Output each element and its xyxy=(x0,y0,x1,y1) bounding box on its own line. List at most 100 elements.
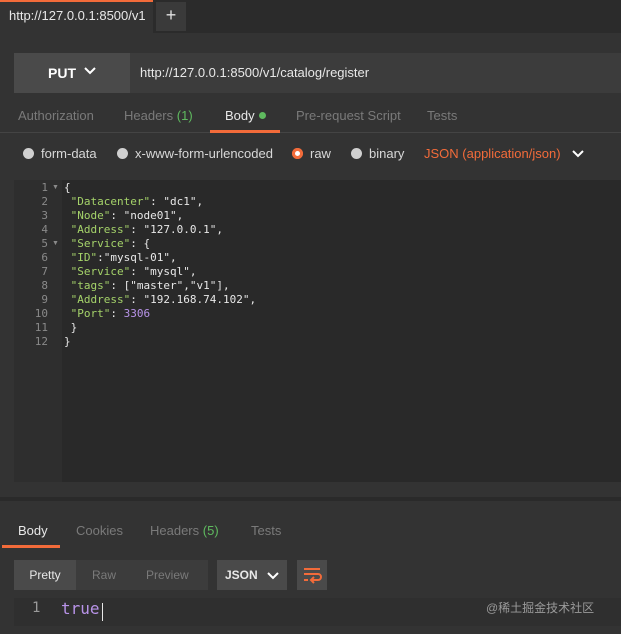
body-modified-dot xyxy=(258,112,266,119)
code-line: "Address": "192.168.74.102", xyxy=(64,293,256,306)
code-line: "ID":"mysql-01", xyxy=(64,251,177,264)
mode-pretty[interactable]: Pretty xyxy=(14,560,76,590)
radio-label: x-www-form-urlencoded xyxy=(135,146,273,161)
code-value: { xyxy=(143,237,151,250)
wrap-lines-button[interactable] xyxy=(297,560,327,590)
line-number: 3 xyxy=(41,209,48,222)
response-value: true xyxy=(61,599,100,618)
code-sep: : xyxy=(110,209,124,222)
code-line: } xyxy=(64,321,78,334)
code-sep: : xyxy=(130,223,144,236)
fold-arrow-icon[interactable]: ▼ xyxy=(52,240,59,247)
response-tab-indicator xyxy=(2,545,60,548)
radio-raw[interactable]: raw xyxy=(292,140,331,170)
code-line: "Address": "127.0.0.1", xyxy=(64,223,223,236)
response-tab-headers[interactable]: Headers (5) xyxy=(150,513,219,549)
radio-label: binary xyxy=(369,146,405,161)
active-tab-indicator xyxy=(210,130,280,133)
mode-preview[interactable]: Preview xyxy=(146,560,189,590)
code-value: "192.168.74.102" xyxy=(143,293,250,306)
code-value: ["master","v1"] xyxy=(123,279,223,292)
radio-form-data[interactable]: form-data xyxy=(23,140,97,170)
code-value: "mysql-01" xyxy=(103,251,170,264)
new-tab-button[interactable]: + xyxy=(156,2,186,31)
tab-authorization[interactable]: Authorization xyxy=(18,98,94,132)
code-line: "Service": { xyxy=(64,237,150,250)
code-punct: } xyxy=(64,335,71,348)
fold-arrow-icon[interactable]: ▼ xyxy=(52,184,59,191)
code-key: "ID" xyxy=(70,251,98,264)
format-label: JSON xyxy=(225,568,258,582)
chevron-down-icon xyxy=(267,572,279,580)
radio-icon xyxy=(351,148,362,159)
request-tab[interactable]: http://127.0.0.1:8500/v1 xyxy=(0,0,153,33)
line-number: 9 xyxy=(41,293,48,306)
response-tab-cookies[interactable]: Cookies xyxy=(76,513,123,549)
tab-headers[interactable]: Headers (1) xyxy=(124,98,193,132)
code-value: "mysql" xyxy=(143,265,190,278)
code-sep: : xyxy=(130,265,144,278)
code-punct: } xyxy=(64,321,78,334)
mode-raw[interactable]: Raw xyxy=(92,560,116,590)
line-number: 6 xyxy=(41,251,48,264)
request-bar: PUT http://127.0.0.1:8500/v1/catalog/reg… xyxy=(14,53,621,93)
code-value: "127.0.0.1" xyxy=(143,223,217,236)
content-type-select[interactable]: JSON (application/json) xyxy=(424,140,584,170)
code-editor[interactable]: 1 ▼ {2 "Datacenter": "dc1", 3 "Node": "node… xyxy=(14,180,621,482)
code-key: "Port" xyxy=(70,307,111,320)
chevron-down-icon xyxy=(84,67,96,75)
code-punct: , xyxy=(216,223,223,236)
tab-pre-request-script[interactable]: Pre-request Script xyxy=(296,98,401,132)
code-value: "node01" xyxy=(123,209,177,222)
radio-binary[interactable]: binary xyxy=(351,140,404,170)
radio-selected-icon xyxy=(292,148,303,159)
method-select[interactable]: PUT xyxy=(14,53,130,93)
code-punct: , xyxy=(249,293,257,306)
tab-tests[interactable]: Tests xyxy=(427,98,457,132)
content-type-label: JSON (application/json) xyxy=(424,146,561,161)
code-sep: : xyxy=(97,251,104,264)
radio-urlencoded[interactable]: x-www-form-urlencoded xyxy=(117,140,273,170)
code-sep: : xyxy=(110,279,124,292)
code-line: "Datacenter": "dc1", xyxy=(64,195,203,208)
code-punct: , xyxy=(176,209,184,222)
code-key: "Address" xyxy=(70,223,131,236)
code-key: "Service" xyxy=(70,237,131,250)
response-tab-tests[interactable]: Tests xyxy=(251,513,281,549)
line-number: 10 xyxy=(34,307,48,320)
code-punct: , xyxy=(189,265,197,278)
code-sep: : xyxy=(130,237,144,250)
response-headers-count: (5) xyxy=(202,523,219,538)
tab-bar: http://127.0.0.1:8500/v1 + xyxy=(0,0,621,33)
line-number: 2 xyxy=(41,195,48,208)
response-tabs: Body Cookies Headers (5) Tests xyxy=(0,513,621,547)
line-number: 5 xyxy=(41,237,48,250)
wrap-lines-icon xyxy=(304,568,322,584)
tab-body-label: Body xyxy=(225,108,255,123)
code-key: "Datacenter" xyxy=(70,195,151,208)
format-select[interactable]: JSON xyxy=(217,560,287,590)
line-number: 1 xyxy=(41,181,48,194)
body-type-options: form-data x-www-form-urlencoded raw bina… xyxy=(0,140,621,170)
radio-icon xyxy=(117,148,128,159)
code-line: "Port": 3306 xyxy=(64,307,151,320)
response-tab-body[interactable]: Body xyxy=(18,513,48,549)
tab-headers-label: Headers xyxy=(124,108,174,123)
code-punct: { xyxy=(64,181,71,194)
code-key: "Address" xyxy=(70,293,131,306)
method-label: PUT xyxy=(48,65,76,81)
code-number: 3306 xyxy=(123,307,151,320)
code-punct: , xyxy=(169,251,177,264)
code-sep: : xyxy=(150,195,164,208)
watermark: @稀土掘金技术社区 xyxy=(486,601,595,615)
code-sep: : xyxy=(130,293,144,306)
tab-body[interactable]: Body xyxy=(225,98,266,132)
url-input[interactable]: http://127.0.0.1:8500/v1/catalog/registe… xyxy=(140,53,369,93)
text-caret xyxy=(102,603,103,621)
code-key: "Node" xyxy=(70,209,111,222)
pane-divider[interactable] xyxy=(0,497,621,501)
code-line: "Node": "node01", xyxy=(64,209,184,222)
code-key: "Service" xyxy=(70,265,131,278)
code-key: "tags" xyxy=(70,279,111,292)
code-sep: : xyxy=(110,307,124,320)
